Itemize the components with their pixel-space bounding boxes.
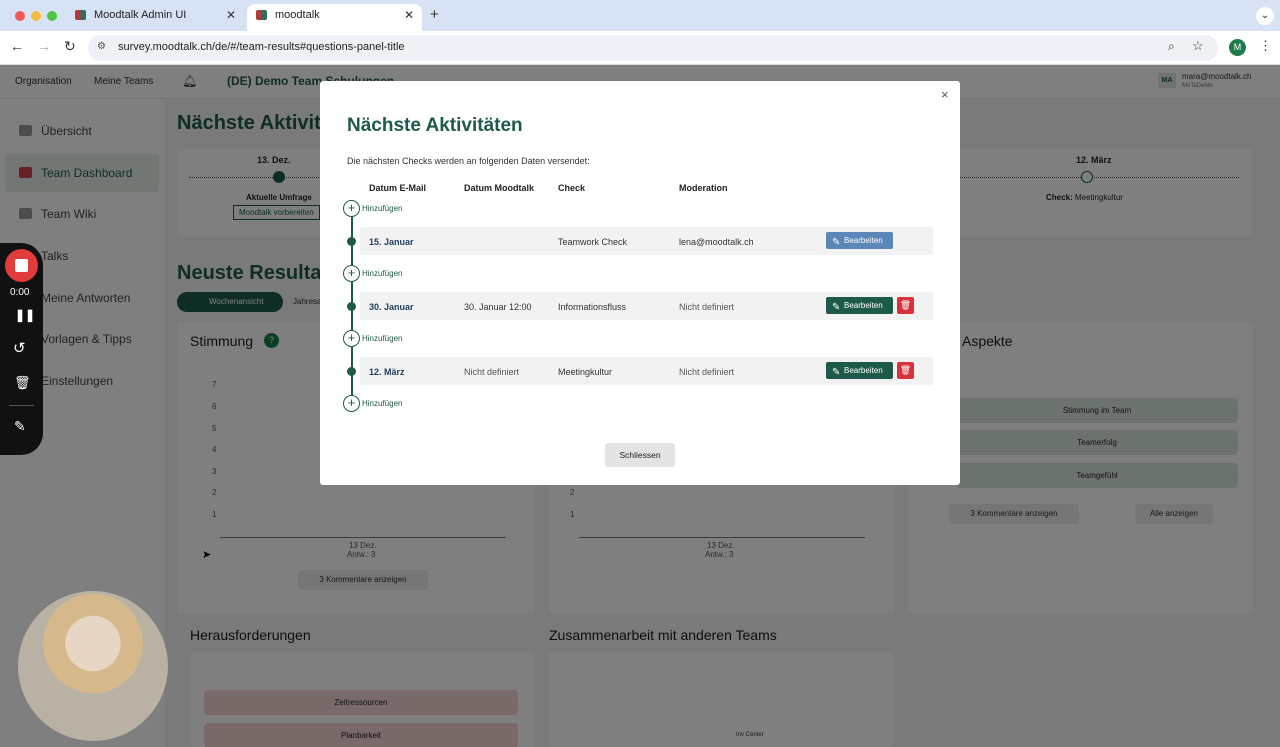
edit-button-label: Bearbeiten bbox=[844, 236, 883, 245]
pause-icon[interactable]: ❚❚ bbox=[15, 308, 35, 322]
row-email-date: 12. März bbox=[369, 367, 405, 377]
timeline-dot bbox=[347, 237, 356, 246]
restart-icon[interactable]: ↺ bbox=[13, 339, 26, 357]
delete-trash-icon[interactable]: 🗑︎ bbox=[897, 362, 914, 379]
activity-row: 30. Januar 30. Januar 12:00 Informations… bbox=[360, 292, 933, 320]
edit-button-label: Bearbeiten bbox=[844, 366, 883, 375]
row-email-date: 30. Januar bbox=[369, 302, 414, 312]
edit-button[interactable]: ✎ Bearbeiten bbox=[826, 232, 893, 249]
row-moderation: Nicht definiert bbox=[679, 302, 735, 312]
tab-close-icon[interactable]: ✕ bbox=[226, 4, 236, 26]
edit-button[interactable]: ✎ Bearbeiten bbox=[826, 297, 893, 314]
stop-icon bbox=[15, 259, 28, 272]
edit-button[interactable]: ✎ Bearbeiten bbox=[826, 362, 893, 379]
next-activities-modal: × Nächste Aktivitäten Die nächsten Check… bbox=[320, 81, 960, 485]
activity-row: 12. März Nicht definiert Meetingkultur N… bbox=[360, 357, 933, 385]
moodtalk-favicon-icon bbox=[256, 10, 267, 20]
window-close-dot[interactable] bbox=[15, 11, 25, 21]
screen-recorder-panel: 0:00 ❚❚ ↺ 🗑︎ ✎ bbox=[0, 243, 43, 455]
zoom-icon[interactable]: ⌕ bbox=[1168, 39, 1175, 54]
timeline-dot bbox=[347, 367, 356, 376]
profile-avatar[interactable]: M bbox=[1229, 39, 1246, 56]
row-moodtalk-date: Nicht definiert bbox=[464, 367, 520, 377]
bookmark-star-icon[interactable]: ☆ bbox=[1192, 38, 1204, 54]
add-plus-icon[interactable]: + bbox=[343, 395, 360, 412]
row-check: Meetingkultur bbox=[558, 367, 613, 377]
address-bar[interactable]: ⚙ survey.moodtalk.ch/de/#/team-results#q… bbox=[88, 35, 1218, 61]
browser-tab-bar: Moodtalk Admin UI ✕ moodtalk ✕ + ⌄ bbox=[0, 0, 1280, 31]
column-header-email-date: Datum E-Mail bbox=[369, 183, 427, 193]
row-check: Teamwork Check bbox=[558, 237, 628, 247]
tab-list-icon[interactable]: ⌄ bbox=[1256, 7, 1274, 25]
webcam-bubble[interactable] bbox=[18, 591, 168, 741]
activity-row: 15. Januar Teamwork Check lena@moodtalk.… bbox=[360, 227, 933, 255]
add-plus-icon[interactable]: + bbox=[343, 330, 360, 347]
browser-tab-active[interactable]: moodtalk ✕ bbox=[247, 4, 422, 31]
window-minimize-dot[interactable] bbox=[31, 11, 41, 21]
forward-icon[interactable]: → bbox=[37, 38, 51, 54]
tab-title: Moodtalk Admin UI bbox=[94, 9, 187, 21]
modal-title: Nächste Aktivitäten bbox=[347, 115, 523, 136]
trash-icon[interactable]: 🗑︎ bbox=[14, 375, 31, 391]
window-zoom-dot[interactable] bbox=[47, 11, 57, 21]
add-plus-icon[interactable]: + bbox=[343, 200, 360, 217]
add-link[interactable]: Hinzufügen bbox=[362, 334, 402, 343]
row-moderation: lena@moodtalk.ch bbox=[679, 237, 754, 247]
pencil-icon: ✎ bbox=[832, 367, 841, 378]
url-text[interactable]: survey.moodtalk.ch/de/#/team-results#que… bbox=[118, 41, 405, 53]
edit-button-label: Bearbeiten bbox=[844, 301, 883, 310]
row-check: Informationsfluss bbox=[558, 302, 627, 312]
delete-trash-icon[interactable]: 🗑︎ bbox=[897, 297, 914, 314]
browser-toolbar: ← → ↻ ⚙ survey.moodtalk.ch/de/#/team-res… bbox=[0, 31, 1280, 65]
pencil-icon: ✎ bbox=[832, 302, 841, 313]
pen-icon[interactable]: ✎ bbox=[14, 418, 26, 435]
add-plus-icon[interactable]: + bbox=[343, 265, 360, 282]
close-modal-button[interactable]: Schliessen bbox=[605, 443, 675, 467]
add-link[interactable]: Hinzufügen bbox=[362, 269, 402, 278]
row-email-date: 15. Januar bbox=[369, 237, 414, 247]
stop-record-button[interactable] bbox=[5, 249, 38, 282]
add-link[interactable]: Hinzufügen bbox=[362, 399, 402, 408]
column-header-moodtalk-date: Datum Moodtalk bbox=[464, 183, 535, 193]
browser-tab[interactable]: Moodtalk Admin UI ✕ bbox=[66, 4, 244, 31]
reload-icon[interactable]: ↻ bbox=[64, 38, 76, 55]
moodtalk-favicon-icon bbox=[75, 10, 86, 20]
browser-menu-icon[interactable]: ⋮ bbox=[1259, 38, 1272, 54]
timeline-dot bbox=[347, 302, 356, 311]
row-moodtalk-date: 30. Januar 12:00 bbox=[464, 302, 532, 312]
row-moderation: Nicht definiert bbox=[679, 367, 735, 377]
divider bbox=[9, 405, 34, 406]
modal-subtitle: Die nächsten Checks werden an folgenden … bbox=[347, 156, 590, 166]
pencil-icon: ✎ bbox=[832, 237, 841, 248]
back-icon[interactable]: ← bbox=[10, 38, 24, 54]
site-settings-icon[interactable]: ⚙ bbox=[97, 41, 106, 52]
mouse-cursor-icon: ➤ bbox=[202, 549, 212, 561]
add-link[interactable]: Hinzufügen bbox=[362, 204, 402, 213]
tab-title: moodtalk bbox=[275, 9, 320, 21]
record-timer: 0:00 bbox=[10, 287, 30, 298]
column-header-moderation: Moderation bbox=[679, 183, 728, 193]
tab-close-icon[interactable]: ✕ bbox=[404, 4, 414, 26]
new-tab-icon[interactable]: + bbox=[430, 6, 439, 23]
modal-close-icon[interactable]: × bbox=[941, 87, 949, 102]
column-header-check: Check bbox=[558, 183, 586, 193]
